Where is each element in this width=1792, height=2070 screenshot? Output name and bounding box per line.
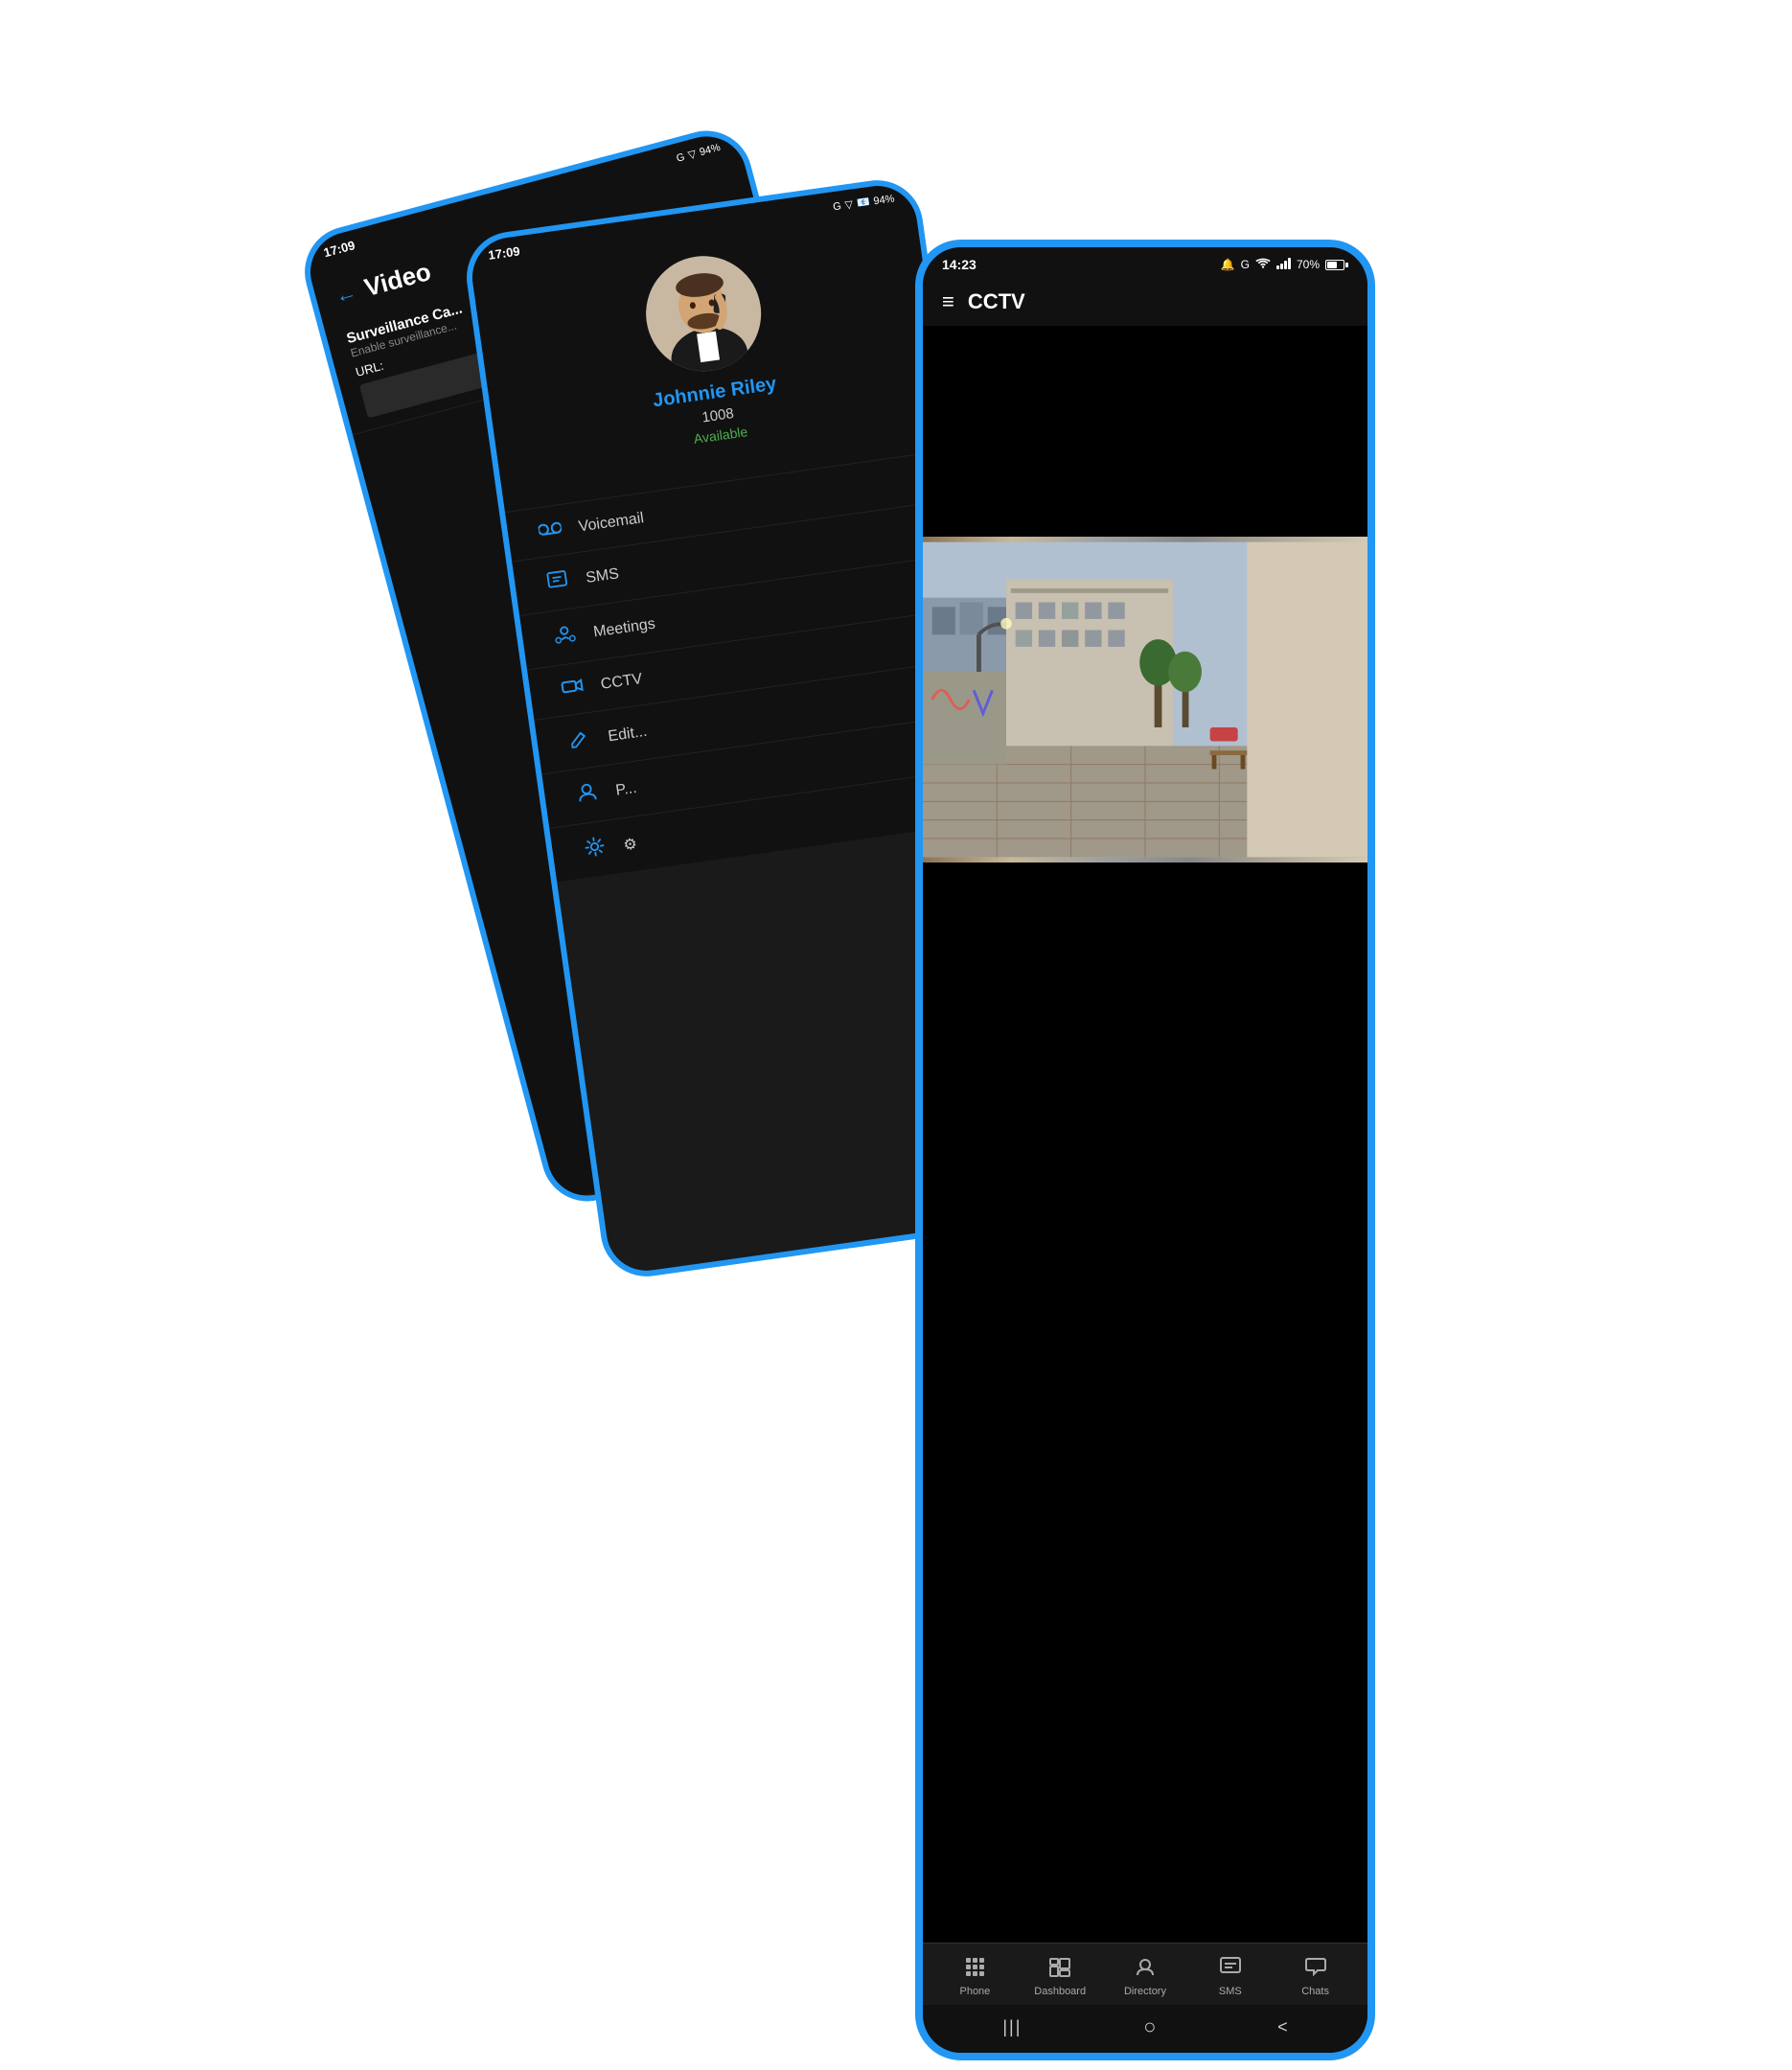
phone-nav-icon [963,1955,986,1982]
back-arrow-icon[interactable]: ← [333,279,359,309]
battery-percent: 70% [1297,258,1320,271]
hamburger-icon[interactable]: ≡ [942,289,954,314]
nav-sms[interactable]: SMS [1202,1955,1259,1997]
media-icon: G [1241,258,1250,271]
bottom-nav: Phone Dashboard [923,1943,1367,2005]
avatar [638,248,769,379]
voicemail-label: Voicemail [578,510,645,536]
nav-dashboard[interactable]: Dashboard [1031,1955,1089,1997]
signal-icon [1276,258,1291,272]
sms-nav-icon [1219,1955,1242,1982]
notification-icon: 🔔 [1221,258,1235,271]
mid-time: 17:09 [487,243,520,262]
cctv-image [923,537,1367,862]
directory-nav-label: Directory [1124,1986,1166,1997]
settings-label: ⚙ [622,834,638,855]
sms-icon [542,567,573,598]
street-scene-svg [923,537,1367,862]
settings-icon [580,835,610,865]
home-indicator: ||| ○ < [923,2005,1367,2053]
wifi-icon [1255,258,1271,272]
directory-nav-icon [1134,1955,1157,1982]
edit-label: Edit... [607,724,648,747]
dashboard-nav-icon [1048,1955,1071,1982]
cctv-content [923,326,1367,1943]
cctv-icon [558,676,587,702]
nav-directory[interactable]: Directory [1116,1955,1174,1997]
nav-phone[interactable]: Phone [946,1955,1003,1997]
front-status-icons: 🔔 G 70% [1221,258,1348,272]
back-nav-btn[interactable]: ||| [1002,2017,1022,2037]
app-header: ≡ CCTV [923,278,1367,326]
front-status-bar: 14:23 🔔 G [923,247,1367,278]
sms-label: SMS [585,565,620,587]
user-name: Johnnie Riley [652,374,778,413]
front-time: 14:23 [942,257,976,272]
battery-icon [1325,258,1348,271]
cctv-black-top [923,326,1367,537]
nav-chats[interactable]: Chats [1287,1955,1344,1997]
chats-nav-label: Chats [1301,1986,1329,1997]
user-ext: 1008 [701,405,734,426]
voicemail-icon [536,518,565,544]
chats-nav-icon [1304,1955,1327,1982]
phone-nav-label: Phone [959,1986,990,1997]
sms-nav-label: SMS [1219,1986,1242,1997]
avatar-svg [638,248,769,379]
profile-icon [572,780,603,811]
profile-label: P... [614,780,637,800]
dashboard-nav-label: Dashboard [1034,1986,1086,1997]
home-btn[interactable]: ○ [1143,2014,1156,2039]
cctv-black-bottom [923,862,1367,1943]
user-status: Available [693,424,748,447]
meetings-label: Meetings [592,616,656,642]
phone-front: 14:23 🔔 G [915,240,1375,2060]
meetings-icon [550,622,581,653]
cctv-label: CCTV [600,671,644,694]
back-btn[interactable]: < [1277,2017,1288,2037]
edit-icon [564,726,595,757]
app-title: CCTV [968,289,1025,314]
